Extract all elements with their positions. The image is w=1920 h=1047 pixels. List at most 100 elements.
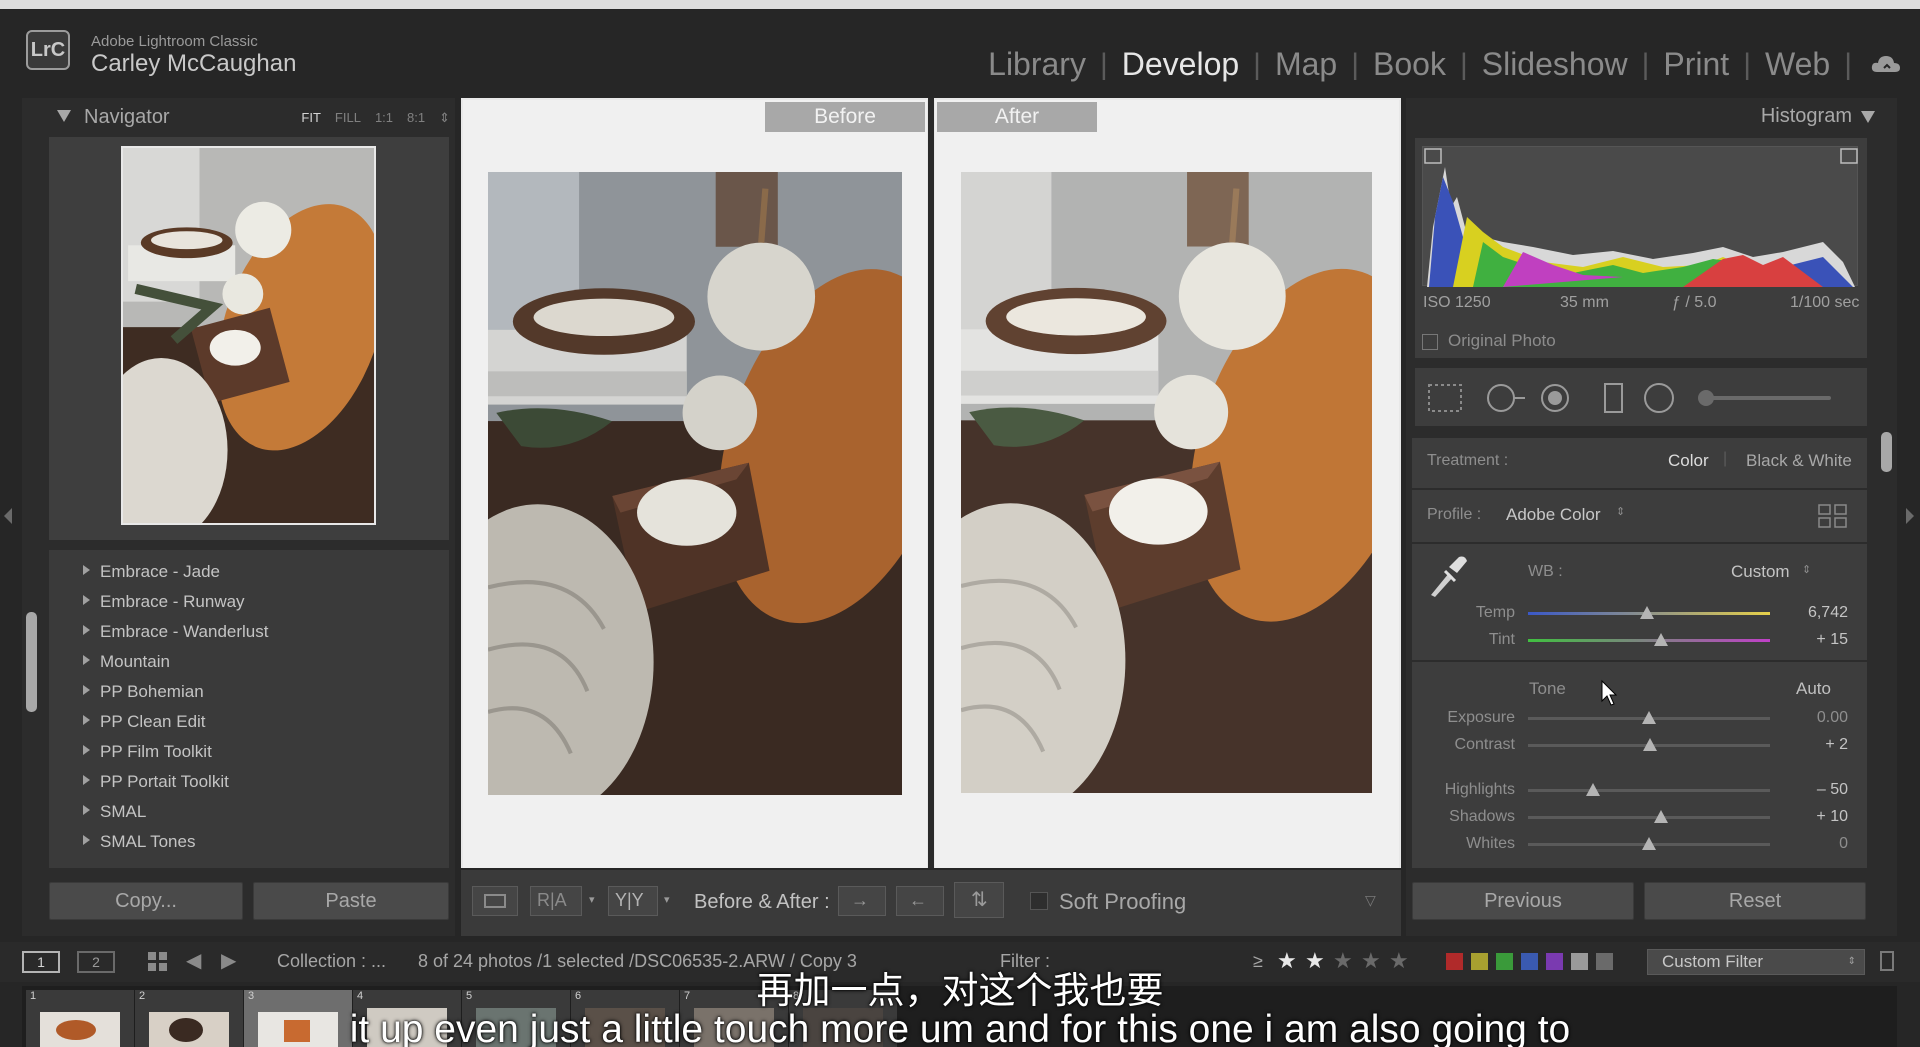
reset-button[interactable]: Reset: [1644, 882, 1866, 920]
copy-before-to-after-button[interactable]: →: [838, 886, 886, 916]
preset-item[interactable]: Embrace - Wanderlust: [83, 622, 268, 642]
user-name: Carley McCaughan: [91, 50, 297, 77]
histogram-graph[interactable]: [1422, 146, 1858, 287]
wb-stepper-icon[interactable]: ⇕: [1802, 563, 1811, 576]
treatment-black-white[interactable]: Black & White: [1746, 451, 1852, 471]
original-photo-checkbox[interactable]: [1422, 334, 1438, 350]
before-after-label: Before & After :: [694, 891, 830, 913]
zoom-8-1[interactable]: 8:1: [407, 110, 425, 126]
view-dropdown-icon[interactable]: ▾: [589, 893, 595, 906]
before-after-divider: [928, 98, 934, 868]
highlights-slider-track[interactable]: [1528, 789, 1770, 792]
profile-label: Profile :: [1427, 506, 1482, 523]
tool-strip: [1415, 368, 1867, 426]
collapse-triangle-icon[interactable]: [1861, 111, 1875, 123]
tint-label: Tint: [1488, 631, 1515, 648]
zoom-1-1[interactable]: 1:1: [375, 110, 393, 126]
module-print[interactable]: Print: [1653, 46, 1739, 83]
zoom-stepper-icon[interactable]: ⇕: [439, 110, 450, 126]
treatment-color[interactable]: Color: [1668, 451, 1709, 471]
shadows-slider-track[interactable]: [1528, 816, 1770, 819]
view-mode-dropdown-icon[interactable]: ▾: [664, 893, 670, 906]
zoom-fit[interactable]: FIT: [301, 110, 321, 126]
navigator-header[interactable]: Navigator FIT FILL 1:1 8:1 ⇕: [26, 101, 454, 134]
tint-slider-thumb[interactable]: [1654, 633, 1669, 646]
highlights-slider-thumb[interactable]: [1586, 783, 1601, 796]
previous-button[interactable]: Previous: [1412, 882, 1634, 920]
toolbar-menu-icon[interactable]: ▽: [1365, 892, 1376, 909]
exposure-slider-thumb[interactable]: [1642, 711, 1656, 724]
highlights-label: Highlights: [1444, 781, 1515, 798]
profile-stepper-icon[interactable]: ⇕: [1616, 505, 1625, 518]
preset-item[interactable]: SMAL Tones: [83, 832, 195, 852]
loupe-view-button[interactable]: [472, 886, 518, 916]
original-photo-label: Original Photo: [1448, 331, 1556, 350]
soft-proofing-checkbox[interactable]: [1030, 892, 1048, 910]
preset-item[interactable]: PP Clean Edit: [83, 712, 206, 732]
preset-item[interactable]: Mountain: [83, 652, 170, 672]
preset-item[interactable]: SMAL: [83, 802, 146, 822]
spot-removal-icon[interactable]: [1487, 384, 1525, 412]
cloud-sync-icon[interactable]: [1870, 54, 1902, 74]
zoom-fill[interactable]: FILL: [335, 110, 361, 126]
copy-after-to-before-button[interactable]: ←: [896, 886, 944, 916]
contrast-value[interactable]: + 2: [1788, 736, 1848, 754]
tint-value[interactable]: + 15: [1788, 631, 1848, 649]
after-photo[interactable]: [961, 172, 1372, 793]
wb-eyedropper-icon[interactable]: [1425, 553, 1471, 599]
left-panel-collapse-icon[interactable]: [4, 508, 12, 524]
module-book[interactable]: Book: [1363, 46, 1456, 83]
whites-value[interactable]: 0: [1788, 835, 1848, 853]
before-after-y-button[interactable]: Y|Y: [608, 886, 658, 916]
treatment-label: Treatment :: [1427, 452, 1509, 469]
collapse-triangle-icon[interactable]: [57, 110, 71, 122]
module-web[interactable]: Web: [1755, 46, 1840, 83]
profile-dropdown[interactable]: Adobe Color: [1506, 505, 1601, 525]
tone-auto-button[interactable]: Auto: [1796, 679, 1831, 699]
contrast-label: Contrast: [1454, 736, 1515, 753]
highlights-value[interactable]: – 50: [1788, 781, 1848, 799]
paste-button[interactable]: Paste: [253, 882, 449, 920]
left-panel-scrollbar[interactable]: [26, 612, 37, 712]
shadows-value[interactable]: + 10: [1788, 808, 1848, 826]
exposure-value[interactable]: 0.00: [1788, 709, 1848, 727]
app-name: Adobe Lightroom Classic: [91, 33, 258, 50]
lrc-logo: LrC: [26, 30, 70, 70]
shadows-slider-thumb[interactable]: [1654, 810, 1669, 823]
navigator-thumbnail[interactable]: [121, 146, 376, 525]
adjustment-brush-icon[interactable]: [1698, 390, 1831, 406]
temp-label: Temp: [1475, 604, 1515, 621]
preset-item[interactable]: PP Bohemian: [83, 682, 204, 702]
preset-item[interactable]: PP Portait Toolkit: [83, 772, 229, 792]
module-map[interactable]: Map: [1265, 46, 1347, 83]
module-slideshow[interactable]: Slideshow: [1472, 46, 1638, 83]
preset-item[interactable]: Embrace - Runway: [83, 592, 245, 612]
graduated-filter-icon[interactable]: [1604, 383, 1623, 413]
right-panel-collapse-icon[interactable]: [1906, 508, 1914, 524]
radial-filter-icon[interactable]: [1644, 383, 1674, 413]
module-library[interactable]: Library: [978, 46, 1096, 83]
exif-shutter: 1/100 sec: [1790, 294, 1860, 311]
wb-dropdown[interactable]: Custom: [1731, 562, 1790, 582]
basic-panel: [1412, 438, 1867, 868]
copy-button[interactable]: Copy...: [49, 882, 243, 920]
right-panel-scrollbar[interactable]: [1881, 432, 1892, 472]
swap-before-after-button[interactable]: ⇅: [954, 882, 1004, 918]
module-develop[interactable]: Develop: [1112, 46, 1249, 83]
preset-item[interactable]: Embrace - Jade: [83, 562, 220, 582]
temp-value[interactable]: 6,742: [1788, 604, 1848, 622]
temp-slider-thumb[interactable]: [1639, 606, 1654, 619]
preset-item[interactable]: PP Film Toolkit: [83, 742, 212, 762]
red-eye-icon[interactable]: [1541, 384, 1569, 412]
crop-tool-icon[interactable]: [1428, 384, 1462, 412]
tint-slider-track[interactable]: [1528, 639, 1770, 642]
contrast-slider-thumb[interactable]: [1643, 738, 1658, 751]
exif-iso: ISO 1250: [1423, 294, 1491, 311]
exif-aperture: ƒ / 5.0: [1672, 294, 1717, 311]
before-photo[interactable]: [488, 172, 902, 795]
whites-slider-thumb[interactable]: [1642, 837, 1656, 850]
before-after-lr-button[interactable]: R|A: [530, 886, 582, 916]
exif-focal-length: 35 mm: [1560, 294, 1609, 311]
profile-browser-grid-icon[interactable]: [1818, 504, 1848, 528]
mouse-cursor-icon: [1601, 679, 1618, 706]
